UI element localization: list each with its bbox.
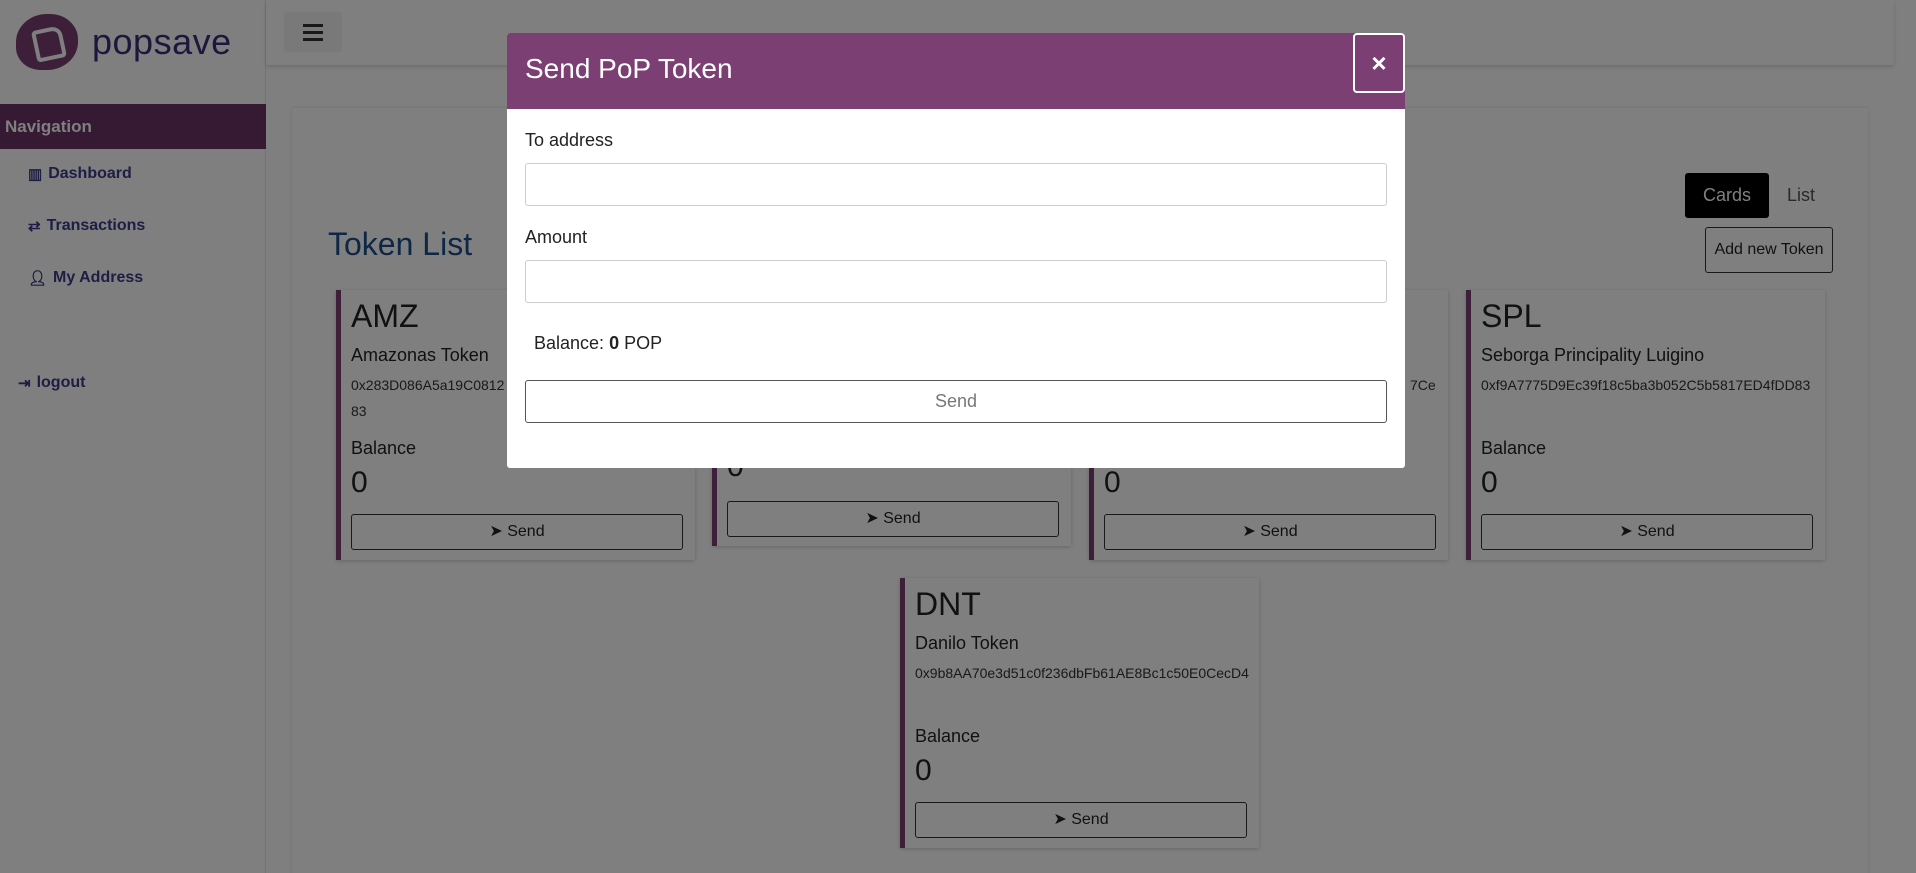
balance-unit: POP	[624, 333, 663, 353]
send-token-modal: Send PoP Token × To address Amount Balan…	[507, 33, 1405, 468]
amount-input[interactable]	[525, 260, 1387, 303]
send-button[interactable]: Send	[525, 380, 1387, 423]
balance-amount: 0	[609, 333, 620, 353]
to-address-label: To address	[525, 130, 614, 150]
modal-header: Send PoP Token ×	[507, 33, 1405, 109]
close-button[interactable]: ×	[1353, 33, 1405, 93]
to-address-input[interactable]	[525, 163, 1387, 206]
balance-prefix: Balance:	[534, 333, 605, 353]
amount-label: Amount	[525, 227, 588, 247]
modal-title: Send PoP Token	[525, 53, 733, 84]
balance-line: Balance: 0 POP	[534, 333, 662, 354]
